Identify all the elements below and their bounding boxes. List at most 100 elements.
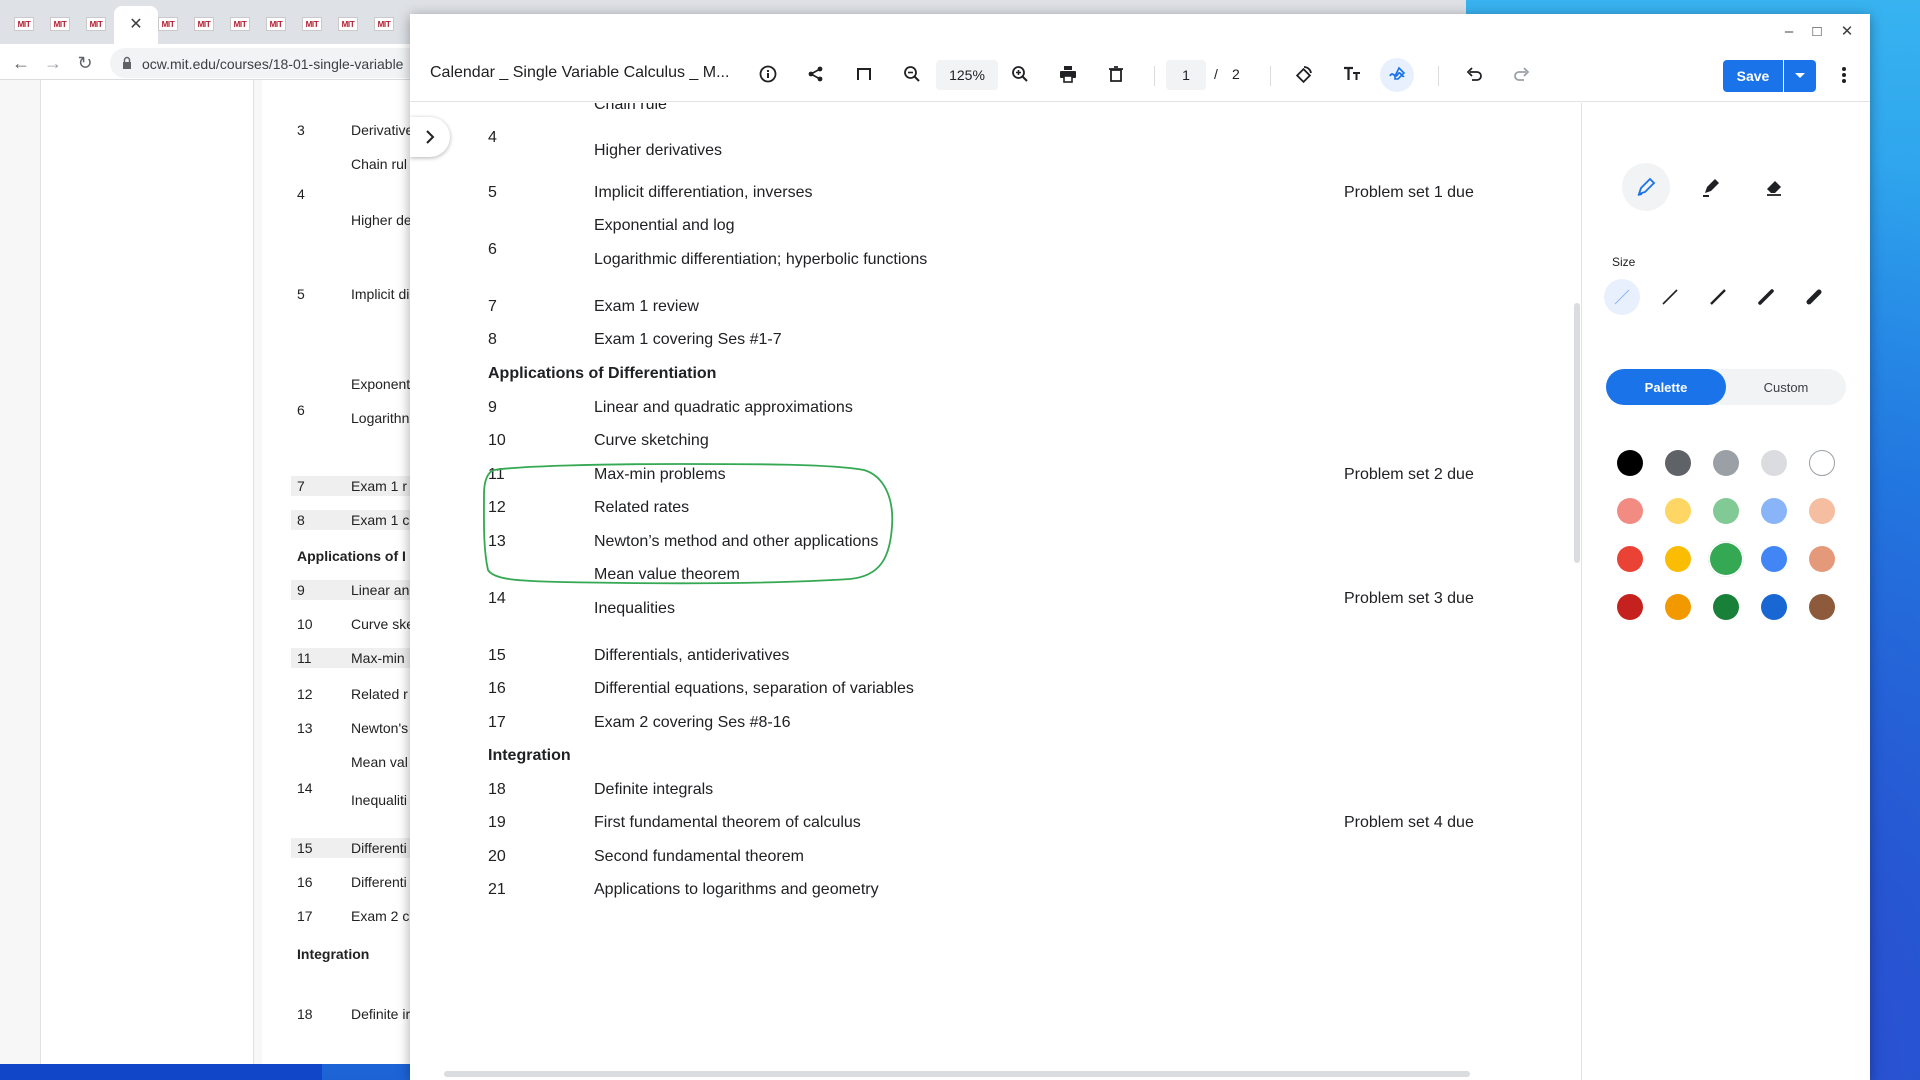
page-number-field[interactable]: 1 — [1166, 60, 1206, 90]
bg-row-title: Higher de — [351, 212, 412, 228]
pen-tool-button[interactable] — [1622, 163, 1670, 211]
custom-tab[interactable]: Custom — [1726, 369, 1846, 405]
browser-tab[interactable]: MIT — [370, 10, 398, 38]
browser-tab[interactable]: MIT — [46, 10, 74, 38]
crop-icon[interactable] — [850, 60, 878, 88]
color-mode-toggle: Palette Custom — [1606, 369, 1846, 405]
size-option-2[interactable] — [1652, 279, 1688, 315]
table-row: 9 Linear and quadratic approximations — [410, 399, 1580, 421]
close-icon[interactable]: ✕ — [1836, 20, 1858, 42]
zoom-out-icon[interactable] — [898, 60, 926, 88]
tab-close-icon[interactable]: ✕ — [122, 10, 150, 38]
info-icon[interactable] — [754, 60, 782, 88]
color-swatch[interactable] — [1617, 546, 1643, 572]
table-row: Chain rule — [410, 103, 1580, 118]
session-title: Exponential and log — [594, 217, 735, 234]
color-swatch[interactable] — [1809, 594, 1835, 620]
forward-arrow-icon[interactable]: → — [40, 50, 66, 76]
color-swatch[interactable] — [1761, 498, 1787, 524]
color-swatch[interactable] — [1809, 450, 1835, 476]
vertical-scrollbar[interactable] — [1574, 303, 1580, 563]
color-swatch[interactable] — [1708, 541, 1744, 577]
color-swatch[interactable] — [1713, 594, 1739, 620]
color-swatch[interactable] — [1665, 450, 1691, 476]
color-swatch[interactable] — [1665, 498, 1691, 524]
session-number: 7 — [488, 298, 497, 315]
document-page[interactable]: Chain rule 4 Higher derivatives 5 Implicit d… — [410, 103, 1580, 1080]
back-arrow-icon[interactable]: ← — [8, 50, 34, 76]
minimize-icon[interactable]: – — [1778, 20, 1800, 42]
color-swatch[interactable] — [1665, 546, 1691, 572]
mit-ocw-favicon-icon: MIT — [230, 17, 250, 31]
browser-tab[interactable]: MIT — [334, 10, 362, 38]
color-swatch[interactable] — [1617, 450, 1643, 476]
color-swatch[interactable] — [1617, 498, 1643, 524]
bg-row-title: Inequaliti — [351, 792, 408, 808]
color-swatch[interactable] — [1713, 450, 1739, 476]
color-swatch[interactable] — [1713, 498, 1739, 524]
print-icon[interactable] — [1054, 60, 1082, 88]
highlighter-tool-button[interactable] — [1687, 163, 1735, 211]
session-title: Chain rule — [594, 103, 667, 113]
color-swatch[interactable] — [1665, 594, 1691, 620]
chevron-right-icon — [426, 130, 435, 144]
zoom-in-icon[interactable] — [1006, 60, 1034, 88]
session-number: 9 — [488, 399, 497, 416]
browser-tab[interactable]: MIT — [82, 10, 110, 38]
rotate-icon[interactable] — [1290, 60, 1318, 88]
ink-annotation[interactable] — [480, 458, 900, 588]
reload-icon[interactable]: ↻ — [72, 50, 98, 76]
page-separator: / — [1214, 66, 1218, 82]
color-swatch[interactable] — [1761, 594, 1787, 620]
table-row: 7 Exam 1 review — [410, 298, 1580, 320]
system-shelf[interactable] — [0, 1064, 322, 1080]
size-option-1[interactable] — [1604, 279, 1640, 315]
pdf-toolbar: Calendar _ Single Variable Calculus _ M.… — [410, 46, 1870, 102]
browser-tab[interactable]: MIT — [262, 10, 290, 38]
color-swatch[interactable] — [1617, 594, 1643, 620]
browser-tab[interactable]: MIT — [226, 10, 254, 38]
save-dropdown-button[interactable] — [1784, 60, 1816, 92]
bg-row-title: Max-min — [351, 650, 405, 666]
size-option-4[interactable] — [1748, 279, 1784, 315]
save-button[interactable]: Save — [1723, 60, 1783, 92]
color-swatch[interactable] — [1761, 546, 1787, 572]
bg-row-title: Exam 1 c — [351, 512, 410, 528]
bg-row-title: Linear an — [351, 582, 410, 598]
color-swatch[interactable] — [1761, 450, 1787, 476]
eraser-tool-button[interactable] — [1750, 163, 1798, 211]
bg-row-number: 15 — [297, 840, 313, 856]
mit-ocw-favicon-icon: MIT — [338, 17, 358, 31]
text-size-icon[interactable] — [1338, 60, 1366, 88]
horizontal-scrollbar[interactable] — [444, 1071, 1470, 1077]
session-title: Applications to logarithms and geometry — [594, 881, 879, 898]
session-title: Differentials, antiderivatives — [594, 647, 790, 664]
zoom-level-field[interactable]: 125% — [936, 60, 998, 90]
browser-tab[interactable]: MIT — [10, 10, 38, 38]
bg-section-heading: Applications of I — [297, 548, 406, 564]
annotate-pen-icon[interactable] — [1383, 60, 1411, 88]
bg-row-number: 12 — [297, 686, 313, 702]
delete-icon[interactable] — [1102, 60, 1130, 88]
stroke-size-icon — [1758, 289, 1774, 305]
size-option-5[interactable] — [1796, 279, 1832, 315]
share-icon[interactable] — [802, 60, 830, 88]
section-heading: Integration — [488, 747, 571, 764]
bg-row-number: 5 — [297, 286, 305, 302]
table-row: 19 First fundamental theorem of calculus P… — [410, 814, 1580, 836]
browser-tab[interactable]: MIT — [190, 10, 218, 38]
color-swatch[interactable] — [1809, 498, 1835, 524]
sidebar-toggle-button[interactable] — [410, 117, 450, 157]
undo-icon[interactable] — [1460, 60, 1488, 88]
more-options-icon[interactable] — [1832, 60, 1856, 90]
document-title: Calendar _ Single Variable Calculus _ M.… — [430, 64, 730, 81]
maximize-icon[interactable]: □ — [1806, 20, 1828, 42]
palette-tab[interactable]: Palette — [1606, 369, 1726, 405]
browser-tab[interactable]: MIT — [298, 10, 326, 38]
size-option-3[interactable] — [1700, 279, 1736, 315]
browser-tab[interactable]: MIT — [154, 10, 182, 38]
color-swatch[interactable] — [1809, 546, 1835, 572]
redo-icon[interactable] — [1508, 60, 1536, 88]
stroke-size-icon — [1806, 289, 1822, 305]
stroke-size-icon — [1614, 289, 1630, 305]
